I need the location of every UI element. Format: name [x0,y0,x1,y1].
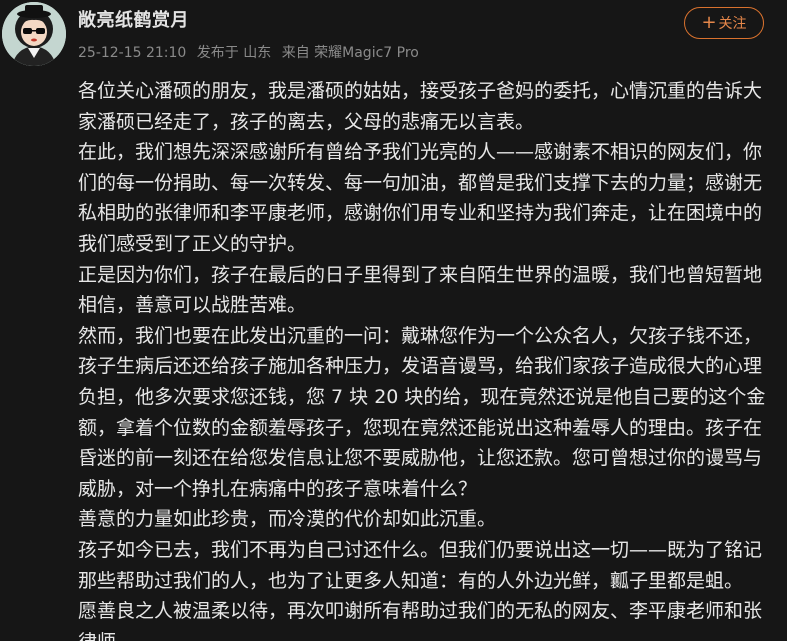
post-text-line: 们的每一份捐助、每一次转发、每一句加油，都曾是我们支撑下去的力量；感谢无 [78,171,763,194]
post-text-line: 善意的力量如此珍贵，而冷漠的代价却如此沉重。 [78,508,497,531]
post-text-line: 然而，我们也要在此发出沉重的一问：戴琳您作为一个公众名人，欠孩子钱不还， [78,324,763,347]
post-location: 发布于 山东 [196,45,272,61]
post-text-line: 私相助的张律师和李平康老师，感谢你们用专业和坚持为我们奔走，让在困境中的 [78,202,763,225]
avatar-illustration [2,2,66,66]
post-text-line: 家潘硕已经走了，孩子的离去，父母的悲痛无以言表。 [78,110,535,133]
post-text-line: 正是因为你们，孩子在最后的日子里得到了来自陌生世界的温暖，我们也曾短暂地 [78,263,763,286]
post-text-line: 我们感受到了正义的守护。 [78,232,307,255]
username[interactable]: 敞亮纸鹤赏月 [78,9,189,33]
post-meta: 25-12-15 21:10 发布于 山东 来自 荣耀Magic7 Pro [78,43,425,63]
post-text-line: 各位关心潘硕的朋友，我是潘硕的姑姑，接受孩子爸妈的委托，心情沉重的告诉大 [78,80,763,102]
post-text-line: 那些帮助过我们的人，也为了让更多人知道：有的人外边光鲜，瓤子里都是蛆。 [78,569,744,592]
post-text-line: 额，拿着个位数的金额羞辱孩子，您现在竟然还能说出这种羞辱人的理由。孩子在 [78,416,763,439]
post-text-line: 孩子生病后还还给孩子施加各种压力，发语音谩骂，给我们家孩子造成很大的心理 [78,355,763,378]
post-content: 各位关心潘硕的朋友，我是潘硕的姑姑，接受孩子爸妈的委托，心情沉重的告诉大 家潘硕… [78,76,778,641]
post-timestamp: 25-12-15 21:10 [78,45,187,61]
follow-button[interactable]: + 关注 [684,7,764,39]
weibo-post: 敞亮纸鹤赏月 25-12-15 21:10 发布于 山东 来自 荣耀Magic7… [0,0,787,641]
post-text-line: 昏迷的前一刻还在给您发信息让您不要威胁他，让您还款。您可曾想过你的谩骂与 [78,447,763,470]
post-text-line: 负担，他多次要求您还钱，您 7 块 20 块的给，现在竟然还说是他自己要的这个金 [78,385,766,408]
plus-icon: + [701,12,717,33]
post-text-line: 律师。 [78,627,778,641]
follow-label: 关注 [718,16,747,32]
post-text-line: 愿善良之人被温柔以待，再次叩谢所有帮助过我们的无私的网友、李平康老师和张 [78,600,763,623]
post-text-line: 孩子如今已去，我们不再为自己讨还什么。但我们仍要说出这一切——既为了铭记 [78,538,763,561]
post-text-line: 在此，我们想先深深感谢所有曾给予我们光亮的人——感谢素不相识的网友们，你 [78,141,763,164]
post-text-line: 威胁，对一个挣扎在病痛中的孩子意味着什么？ [78,477,478,500]
post-device[interactable]: 来自 荣耀Magic7 Pro [282,45,419,61]
avatar[interactable] [2,2,66,66]
post-text-line: 相信，善意可以战胜苦难。 [78,294,307,317]
